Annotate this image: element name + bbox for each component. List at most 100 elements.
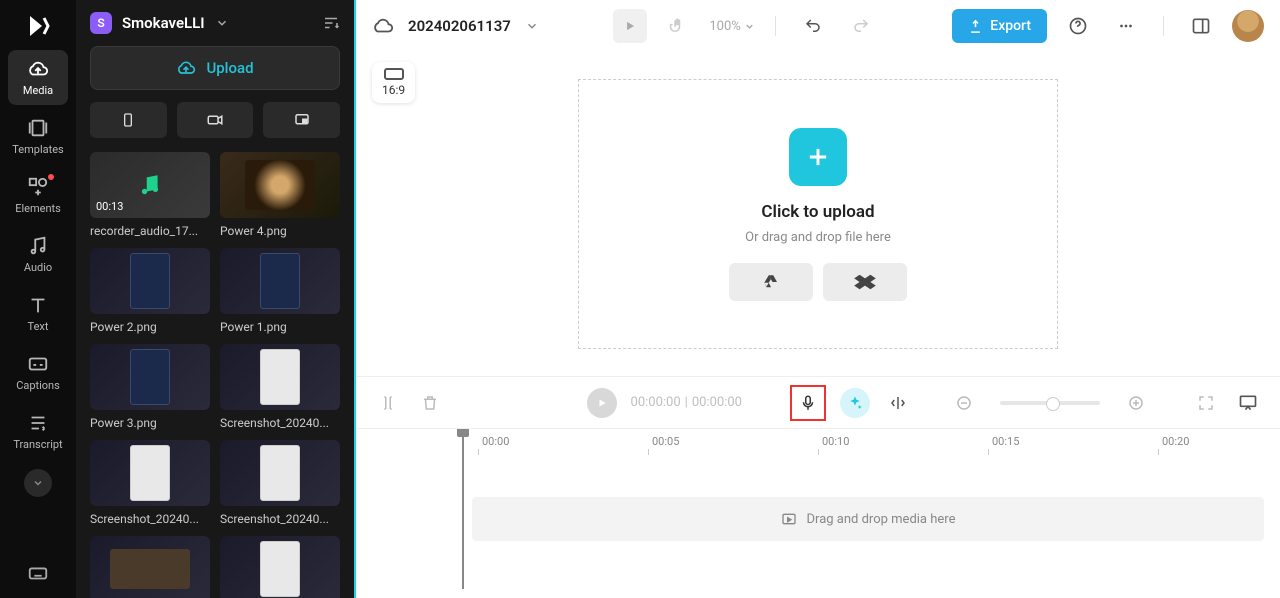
- export-icon: [968, 19, 983, 34]
- templates-icon: [27, 117, 49, 139]
- media-label: Power 1.png: [220, 320, 340, 334]
- timeline-dropzone[interactable]: Drag and drop media here: [472, 497, 1264, 541]
- media-thumbnail: [220, 440, 340, 506]
- rail-label: Transcript: [13, 438, 62, 451]
- zoom-out-button[interactable]: [950, 389, 978, 417]
- sort-icon[interactable]: [322, 14, 340, 32]
- media-thumbnail: [90, 536, 210, 598]
- media-item[interactable]: Power 3.png: [90, 344, 210, 430]
- app-logo: [24, 12, 52, 40]
- cloud-upload-icon: [176, 58, 196, 78]
- rail-templates[interactable]: Templates: [8, 109, 68, 164]
- media-item[interactable]: Screenshot_20240...: [90, 440, 210, 526]
- rail-captions[interactable]: Captions: [8, 345, 68, 400]
- transport-bar: 00:00:00|00:00:00: [356, 376, 1280, 428]
- account-avatar[interactable]: [1232, 10, 1264, 42]
- rail-media[interactable]: Media: [8, 50, 68, 105]
- rail-label: Templates: [12, 143, 63, 156]
- rail-transcript[interactable]: Transcript: [8, 404, 68, 459]
- help-button[interactable]: [1061, 9, 1095, 43]
- ruler-tick: 00:15: [992, 435, 1019, 448]
- time-ruler[interactable]: 00:0000:0500:1000:1500:20: [372, 429, 1264, 459]
- rail-text[interactable]: Text: [8, 286, 68, 341]
- timeline[interactable]: 00:0000:0500:1000:1500:20 Drag and drop …: [356, 428, 1280, 598]
- captions-icon: [27, 353, 49, 375]
- media-label: Power 4.png: [220, 224, 340, 238]
- rail-more[interactable]: [24, 469, 52, 497]
- main-area: 202402061137 100% Export 16:9: [356, 0, 1280, 598]
- cloud-icon: [27, 58, 49, 80]
- media-item[interactable]: Screenshot_20240...: [220, 344, 340, 430]
- upload-dropzone[interactable]: Click to upload Or drag and drop file he…: [578, 79, 1058, 349]
- cloud-sync-icon[interactable]: [372, 15, 394, 37]
- add-media-button[interactable]: [789, 128, 847, 186]
- undo-button[interactable]: [796, 9, 830, 43]
- media-thumbnail: [220, 344, 340, 410]
- upload-label: Upload: [206, 59, 253, 77]
- chevron-down-icon[interactable]: [215, 16, 229, 30]
- playhead[interactable]: [462, 429, 464, 589]
- device-mobile-button[interactable]: [90, 102, 167, 138]
- media-item[interactable]: Power 4.png: [220, 152, 340, 238]
- aspect-icon: [384, 68, 404, 80]
- media-label: Power 3.png: [90, 416, 210, 430]
- device-camera-button[interactable]: [177, 102, 254, 138]
- play-preview-button[interactable]: [613, 9, 647, 43]
- media-item[interactable]: [220, 536, 340, 598]
- media-item[interactable]: Power 2.png: [90, 248, 210, 334]
- split-tool-button[interactable]: [374, 389, 402, 417]
- fit-button[interactable]: [1192, 389, 1220, 417]
- rail-label: Elements: [15, 202, 61, 215]
- device-screen-button[interactable]: [263, 102, 340, 138]
- export-button[interactable]: Export: [952, 9, 1047, 43]
- upload-button[interactable]: Upload: [90, 46, 340, 90]
- zoom-slider[interactable]: [1000, 401, 1100, 405]
- delete-button[interactable]: [416, 389, 444, 417]
- transcript-icon: [27, 412, 49, 434]
- rail-label: Media: [23, 84, 53, 97]
- ruler-tick: 00:10: [822, 435, 849, 448]
- zoom-level[interactable]: 100%: [709, 19, 754, 34]
- media-item[interactable]: [90, 536, 210, 598]
- play-button[interactable]: [587, 388, 617, 418]
- user-avatar[interactable]: S: [90, 12, 112, 34]
- rail-audio[interactable]: Audio: [8, 227, 68, 282]
- cut-tool-button[interactable]: [884, 389, 912, 417]
- media-thumbnail: [90, 248, 210, 314]
- aspect-ratio-button[interactable]: 16:9: [372, 62, 415, 103]
- audio-icon: [27, 235, 49, 257]
- rail-label: Text: [28, 320, 49, 333]
- rail-elements[interactable]: Elements: [8, 168, 68, 223]
- dropbox-button[interactable]: [823, 263, 907, 301]
- ruler-tick: 00:20: [1162, 435, 1189, 448]
- timecode: 00:00:00|00:00:00: [631, 395, 742, 410]
- media-thumbnail: [220, 536, 340, 598]
- topbar: 202402061137 100% Export: [356, 0, 1280, 52]
- elements-icon: [27, 176, 49, 198]
- project-title[interactable]: 202402061137: [408, 17, 511, 35]
- media-item[interactable]: Screenshot_20240...: [220, 440, 340, 526]
- media-thumbnail: [90, 344, 210, 410]
- voiceover-button[interactable]: [790, 385, 826, 421]
- upload-subtitle: Or drag and drop file here: [745, 230, 891, 245]
- panel-toggle-button[interactable]: [1184, 9, 1218, 43]
- panel-header: S SmokaveLLI: [76, 0, 354, 46]
- media-label: Screenshot_20240...: [220, 416, 340, 430]
- media-thumbnail: [220, 248, 340, 314]
- media-item[interactable]: 00:13recorder_audio_17...: [90, 152, 210, 238]
- zoom-in-button[interactable]: [1122, 389, 1150, 417]
- redo-button[interactable]: [844, 9, 878, 43]
- keyboard-icon[interactable]: [27, 562, 49, 584]
- media-thumbnail: [90, 440, 210, 506]
- media-thumbnail: [220, 152, 340, 218]
- google-drive-button[interactable]: [729, 263, 813, 301]
- upload-title: Click to upload: [761, 202, 874, 222]
- username[interactable]: SmokaveLLI: [122, 14, 205, 32]
- text-icon: [27, 294, 49, 316]
- media-item[interactable]: Power 1.png: [220, 248, 340, 334]
- present-button[interactable]: [1234, 389, 1262, 417]
- more-menu-button[interactable]: [1109, 9, 1143, 43]
- ai-tools-button[interactable]: [840, 388, 870, 418]
- hand-tool-button[interactable]: [661, 9, 695, 43]
- chevron-down-icon[interactable]: [525, 19, 539, 33]
